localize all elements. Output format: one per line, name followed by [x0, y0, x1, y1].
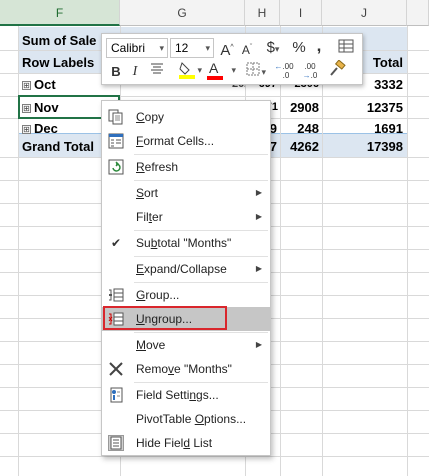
refresh-icon: [108, 159, 124, 175]
menu-label: Sort: [136, 186, 159, 200]
menu-label: Copy: [136, 110, 165, 124]
row-labels-header[interactable]: Row Labels: [22, 51, 102, 74]
font-name-value: Calibri: [111, 41, 146, 55]
menu-label: Hide Field List: [136, 436, 213, 450]
expand-icon[interactable]: ⊞: [22, 125, 31, 135]
caret-down-icon: ˇ: [249, 44, 253, 51]
sum-of-sale-header[interactable]: Sum of Sale: [22, 29, 102, 52]
increase-decimal-icon: ←.00: [274, 62, 294, 71]
menu-item-subtotal[interactable]: ✔ Subtotal "Months": [102, 231, 270, 255]
font-color-button[interactable]: A ▾: [206, 60, 236, 80]
comma-style-button[interactable]: ,: [312, 36, 326, 56]
grid-line: [0, 456, 429, 457]
column-header-f[interactable]: F: [0, 0, 120, 26]
menu-label: Group...: [136, 288, 180, 302]
shrink-font-button[interactable]: Aˇ: [238, 38, 256, 58]
context-menu: Copy Format Cells... Refresh Sort ▶ Filt…: [101, 100, 271, 456]
submenu-arrow-icon: ▶: [255, 264, 262, 273]
ungroup-highlight-callout: [103, 306, 227, 330]
column-header-g[interactable]: G: [120, 0, 245, 26]
value-nov-i[interactable]: 2908: [283, 96, 319, 119]
chevron-down-icon: ▾: [261, 67, 266, 77]
grand-total-i[interactable]: 4262: [283, 135, 319, 158]
total-header[interactable]: Total: [360, 51, 403, 74]
menu-label: Refresh: [136, 160, 179, 174]
chevron-down-icon: ▾: [197, 65, 202, 75]
menu-item-filter[interactable]: Filter ▶: [102, 205, 270, 229]
increase-decimal-button[interactable]: ←.00 .0: [272, 62, 296, 82]
fill-color-button[interactable]: ▾: [172, 60, 202, 80]
percent-button[interactable]: %: [290, 38, 308, 58]
copy-icon: [108, 109, 124, 125]
grid-line: [18, 26, 19, 476]
decrease-decimal-button[interactable]: .00 →.0: [298, 62, 322, 82]
menu-item-hide-field-list[interactable]: Hide Field List: [102, 431, 270, 455]
menu-label: Move: [136, 338, 166, 352]
remove-x-icon: [108, 361, 124, 377]
menu-item-remove[interactable]: Remove "Months": [102, 357, 270, 381]
borders-icon: [246, 62, 260, 76]
borders-button[interactable]: ▾: [240, 62, 266, 82]
expand-icon[interactable]: ⊞: [22, 81, 31, 91]
currency-button[interactable]: $▾: [260, 38, 286, 58]
chevron-down-icon: ▾: [159, 43, 164, 53]
total-nov[interactable]: 12375: [330, 96, 403, 119]
bold-button[interactable]: B: [108, 62, 124, 82]
menu-label: Filter: [136, 210, 163, 224]
field-list-icon: [108, 435, 124, 451]
chevron-down-icon: ▾: [231, 65, 236, 75]
submenu-arrow-icon: ▶: [255, 340, 262, 349]
format-painter-table-icon[interactable]: [336, 38, 356, 58]
menu-label: PivotTable Options...: [136, 412, 247, 426]
font-size-value: 12: [175, 41, 189, 55]
menu-label: Format Cells...: [136, 134, 215, 148]
menu-item-refresh[interactable]: Refresh: [102, 155, 270, 179]
group-icon: [108, 287, 124, 303]
grid-line: [322, 26, 323, 476]
font-size-dropdown[interactable]: 12 ▾: [170, 38, 214, 58]
mini-toolbar: Calibri ▾ 12 ▾ A^ Aˇ $▾ % , B I ▾ A ▾ ▾ …: [101, 33, 363, 85]
menu-item-pivottable-options[interactable]: PivotTable Options...: [102, 407, 270, 431]
menu-label: Remove "Months": [136, 362, 232, 376]
menu-item-format-cells[interactable]: Format Cells...: [102, 129, 270, 153]
menu-item-expand-collapse[interactable]: Expand/Collapse ▶: [102, 257, 270, 281]
menu-item-sort[interactable]: Sort ▶: [102, 181, 270, 205]
column-header-k[interactable]: [407, 0, 429, 26]
caret-up-icon: ^: [230, 44, 234, 51]
grow-font-button[interactable]: A^: [218, 38, 236, 59]
chevron-down-icon: ▾: [274, 44, 280, 54]
paint-bucket-icon: [179, 62, 195, 79]
column-header-h[interactable]: H: [245, 0, 280, 26]
menu-label: Subtotal "Months": [136, 236, 232, 250]
menu-label: Expand/Collapse: [136, 262, 227, 276]
decrease-decimal-icon: .00: [304, 62, 316, 71]
italic-button[interactable]: I: [128, 62, 142, 82]
checkmark-icon: ✔: [110, 236, 122, 250]
grid-line: [280, 26, 281, 476]
grid-line: [407, 26, 408, 476]
submenu-arrow-icon: ▶: [255, 188, 262, 197]
menu-item-field-settings[interactable]: Field Settings...: [102, 383, 270, 407]
font-name-dropdown[interactable]: Calibri ▾: [106, 38, 168, 58]
font-color-swatch: [207, 76, 223, 80]
menu-item-move[interactable]: Move ▶: [102, 333, 270, 357]
format-cells-icon: [108, 133, 124, 149]
format-painter-icon[interactable]: [326, 59, 348, 80]
submenu-arrow-icon: ▶: [255, 212, 262, 221]
menu-item-group[interactable]: Group...: [102, 283, 270, 307]
menu-label: Field Settings...: [136, 388, 219, 402]
column-header-i[interactable]: I: [280, 0, 322, 26]
column-header-j[interactable]: J: [322, 0, 407, 26]
grand-total-value[interactable]: 17398: [330, 135, 403, 158]
align-center-icon[interactable]: [148, 62, 166, 82]
expand-icon[interactable]: ⊞: [22, 104, 31, 114]
chevron-down-icon: ▾: [205, 43, 210, 53]
menu-item-copy[interactable]: Copy: [102, 105, 270, 129]
field-settings-icon: [108, 387, 124, 403]
